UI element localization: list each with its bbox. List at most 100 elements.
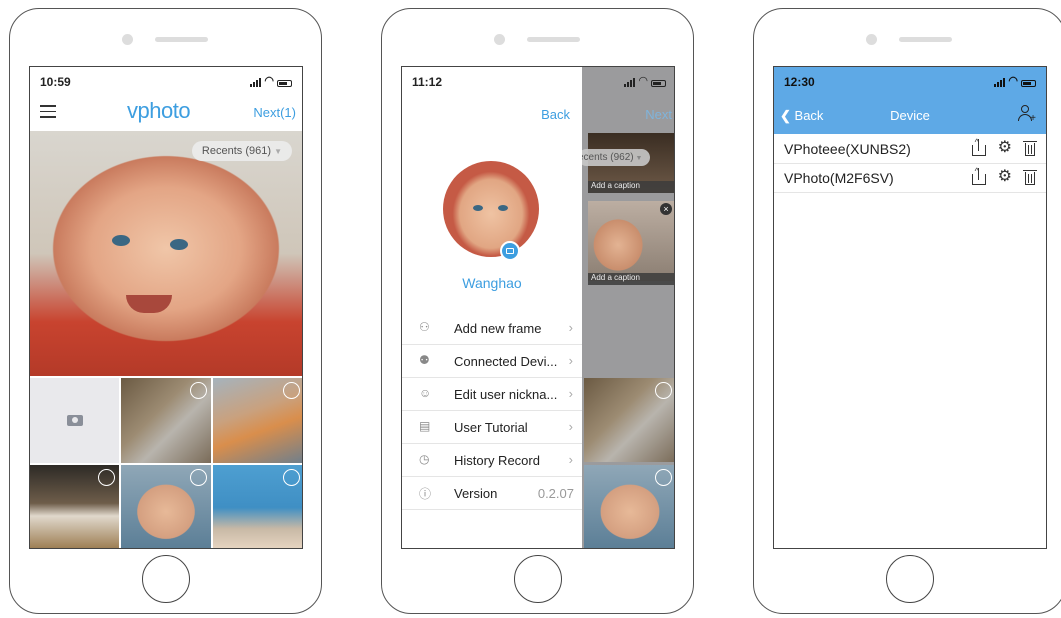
home-button[interactable] [141,555,190,603]
select-circle-icon[interactable] [190,469,207,486]
device-name: VPhoteee(XUNBS2) [784,141,911,157]
users-icon: ⚉ [419,353,430,367]
back-button[interactable]: Back [541,107,570,122]
user-icon: ☺ [419,386,432,400]
speaker [527,37,580,42]
album-selector[interactable]: ecents (962) ▼ [578,149,651,166]
battery-icon [1021,80,1036,87]
signal-icon [250,78,262,87]
select-circle-icon[interactable] [283,382,300,399]
photo-thumbnail[interactable] [213,465,302,548]
phone-frame-1: 10:59 ◠ vphoto Next(1) Recents (961) ▼ [9,8,322,614]
photo-thumbnail[interactable] [213,378,302,463]
battery-icon [651,80,666,87]
wifi-icon: ◠ [1008,75,1018,87]
share-icon[interactable]: ^ [971,167,986,186]
camera-tile[interactable] [30,378,119,463]
menu-item[interactable]: ☺ Edit user nickna... › [402,378,582,411]
trash-icon[interactable] [1023,169,1037,185]
wifi-icon: ◠ [638,75,648,87]
chevron-right-icon: › [568,452,573,467]
share-icon[interactable]: ^ [971,138,986,157]
close-icon[interactable]: × [660,203,672,215]
menu-item-label: Connected Devi... [454,354,558,369]
photo-thumbnail[interactable] [121,378,211,463]
chevron-down-icon: ▼ [274,147,282,156]
camera-icon[interactable] [500,241,520,261]
select-circle-icon[interactable] [655,382,672,399]
info-icon: ⓘ [419,487,432,501]
device-screen: 12:30 ◠ ❮ Back Device + VPhoteee(XUNBS2)… [773,66,1047,549]
status-time: 10:59 [40,75,71,89]
home-button[interactable] [513,555,562,603]
status-bar: 12:30 ◠ [774,67,1046,93]
photo-thumbnail[interactable] [121,465,211,548]
chevron-right-icon: › [568,386,573,401]
status-time: 12:30 [784,75,815,89]
next-button[interactable]: Next [645,107,672,122]
phone-frame-2: ◠ Next ecents (962) ▼ Add a caption × Ad… [381,8,694,614]
status-icons: ◠ [994,74,1036,87]
baby-eye [473,205,483,211]
speaker [155,37,208,42]
menu-item-label: Version [454,486,498,501]
select-circle-icon[interactable] [98,469,115,486]
device-name: VPhoto(M2F6SV) [784,170,894,186]
menu-item-label: User Tutorial [454,420,528,435]
signal-icon [624,78,636,87]
document-icon: ▤ [419,419,431,433]
signal-icon [994,78,1006,87]
menu-item[interactable]: ⓘ Version 0.2.07 [402,477,582,510]
select-circle-icon[interactable] [655,469,672,486]
menu-item[interactable]: ▤ User Tutorial › [402,411,582,444]
home-button[interactable] [885,555,934,603]
add-user-icon[interactable]: + [1018,105,1036,124]
phone-frame-3: 12:30 ◠ ❮ Back Device + VPhoteee(XUNBS2)… [753,8,1061,614]
front-camera [122,34,133,45]
battery-icon [277,80,292,87]
camera-icon [67,415,83,426]
hamburger-icon[interactable] [40,105,56,118]
baby-mouth [126,295,172,313]
front-camera [866,34,877,45]
device-row[interactable]: VPhoto(M2F6SV) ^ ⚙ [774,164,1046,193]
album-label: ecents (962) [578,152,634,163]
select-circle-icon[interactable] [190,382,207,399]
select-circle-icon[interactable] [283,469,300,486]
status-bar: 11:12 [402,67,582,93]
next-button[interactable]: Next(1) [253,105,296,120]
status-bar: 10:59 ◠ [30,67,302,93]
page-title: Device [890,108,930,123]
chevron-right-icon: › [568,353,573,368]
photo-thumbnail [584,465,674,548]
status-icons: ◠ [624,74,666,87]
album-label: Recents (961) [201,145,272,157]
menu-item[interactable]: ◷ History Record › [402,444,582,477]
photo-thumbnail [584,378,674,462]
wifi-icon: ◠ [264,75,274,87]
app-logo: vphoto [127,98,191,123]
nav-bar: vphoto Next(1) [30,93,302,129]
version-value: 0.2.07 [537,486,574,501]
add-user-icon: ⚇ [419,320,430,334]
menu-item[interactable]: ⚇ Add new frame › [402,312,582,345]
status-icons: ◠ [250,74,292,87]
settings-icon[interactable]: ⚙ [998,139,1012,157]
caption-label[interactable]: Add a caption [588,181,674,193]
album-selector[interactable]: Recents (961) ▼ [191,141,292,161]
side-menu-screen: ◠ Next ecents (962) ▼ Add a caption × Ad… [401,66,675,549]
avatar[interactable] [443,161,539,257]
chevron-down-icon: ▼ [633,155,643,162]
baby-eye [112,235,130,246]
settings-icon[interactable]: ⚙ [998,168,1012,186]
photo-picker-screen: 10:59 ◠ vphoto Next(1) Recents (961) ▼ [29,66,303,549]
caption-label[interactable]: Add a caption [588,273,674,285]
header: 12:30 ◠ ❮ Back Device + [774,67,1046,134]
device-row[interactable]: VPhoteee(XUNBS2) ^ ⚙ [774,135,1046,164]
photo-thumbnail[interactable] [30,465,119,548]
trash-icon[interactable] [1023,140,1037,156]
status-time: 11:12 [412,75,443,89]
username[interactable]: Wanghao [402,275,582,291]
menu-item[interactable]: ⚉ Connected Devi... › [402,345,582,378]
chevron-right-icon: › [568,320,573,335]
